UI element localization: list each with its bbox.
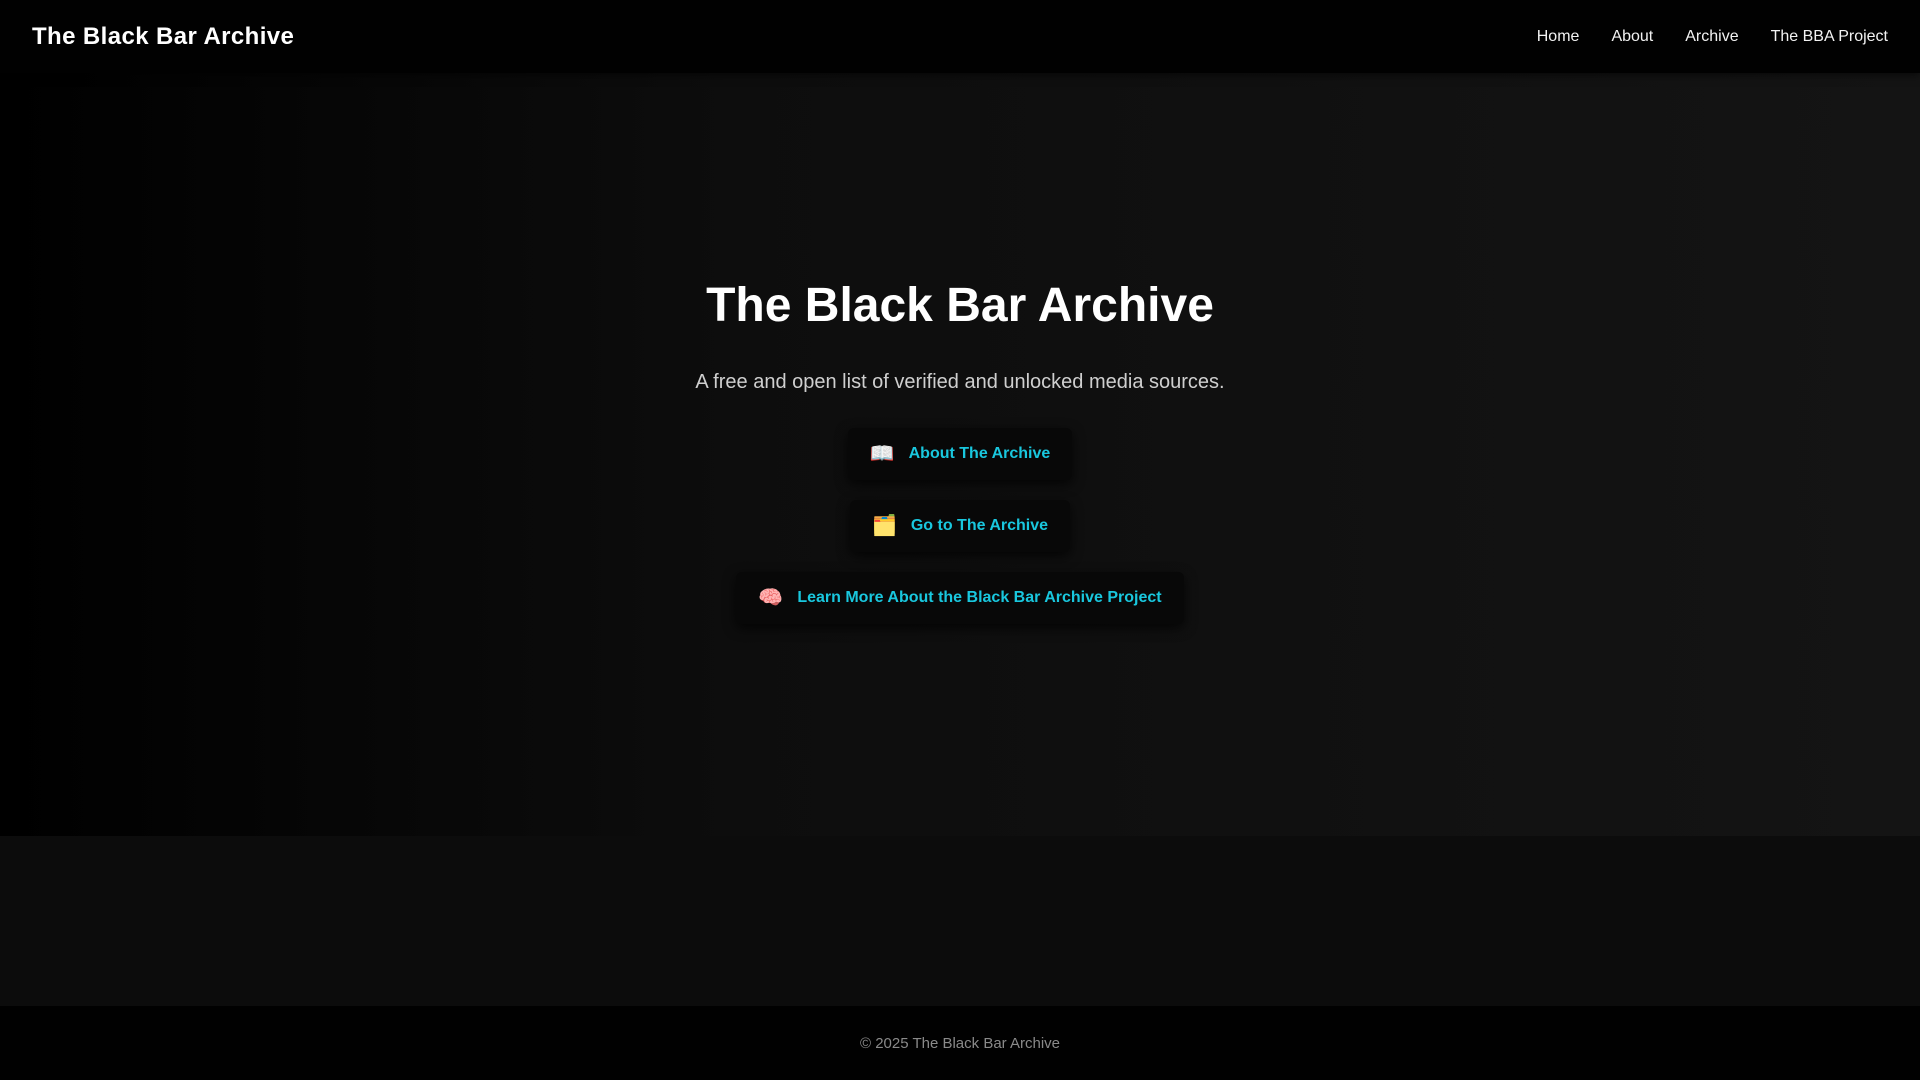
main-nav: Home About Archive The BBA Project bbox=[1537, 28, 1888, 46]
hero-title: The Black Bar Archive bbox=[706, 279, 1214, 332]
hero-subtitle: A free and open list of verified and unl… bbox=[695, 371, 1225, 393]
go-to-archive-label: Go to The Archive bbox=[910, 517, 1049, 534]
about-archive-button[interactable]: 📖 About The Archive bbox=[847, 428, 1073, 480]
nav-home-link[interactable]: Home bbox=[1537, 28, 1580, 46]
nav-bba-project-link[interactable]: The BBA Project bbox=[1771, 28, 1888, 46]
card-index-dividers-icon: 🗂️ bbox=[871, 515, 897, 537]
cta-button-group: 📖 About The Archive 🗂️ Go to The Archive… bbox=[736, 428, 1184, 624]
open-book-icon: 📖 bbox=[869, 443, 895, 465]
nav-archive-link[interactable]: Archive bbox=[1685, 28, 1738, 46]
footer-copyright: © 2025 The Black Bar Archive bbox=[859, 1034, 1061, 1052]
learn-more-project-label: Learn More About the Black Bar Archive P… bbox=[797, 589, 1162, 606]
go-to-archive-button[interactable]: 🗂️ Go to The Archive bbox=[849, 500, 1071, 552]
brain-icon: 🧠 bbox=[758, 587, 784, 609]
content-spacer bbox=[0, 836, 1920, 1006]
page: The Black Bar Archive Home About Archive… bbox=[0, 0, 1920, 1080]
nav-about-link[interactable]: About bbox=[1611, 28, 1653, 46]
brand-logo-link[interactable]: The Black Bar Archive bbox=[32, 23, 294, 51]
site-header: The Black Bar Archive Home About Archive… bbox=[0, 0, 1920, 73]
learn-more-project-button[interactable]: 🧠 Learn More About the Black Bar Archive… bbox=[736, 572, 1184, 624]
hero-section: The Black Bar Archive A free and open li… bbox=[0, 73, 1920, 836]
about-archive-label: About The Archive bbox=[908, 445, 1051, 462]
site-footer: © 2025 The Black Bar Archive bbox=[0, 1006, 1920, 1080]
